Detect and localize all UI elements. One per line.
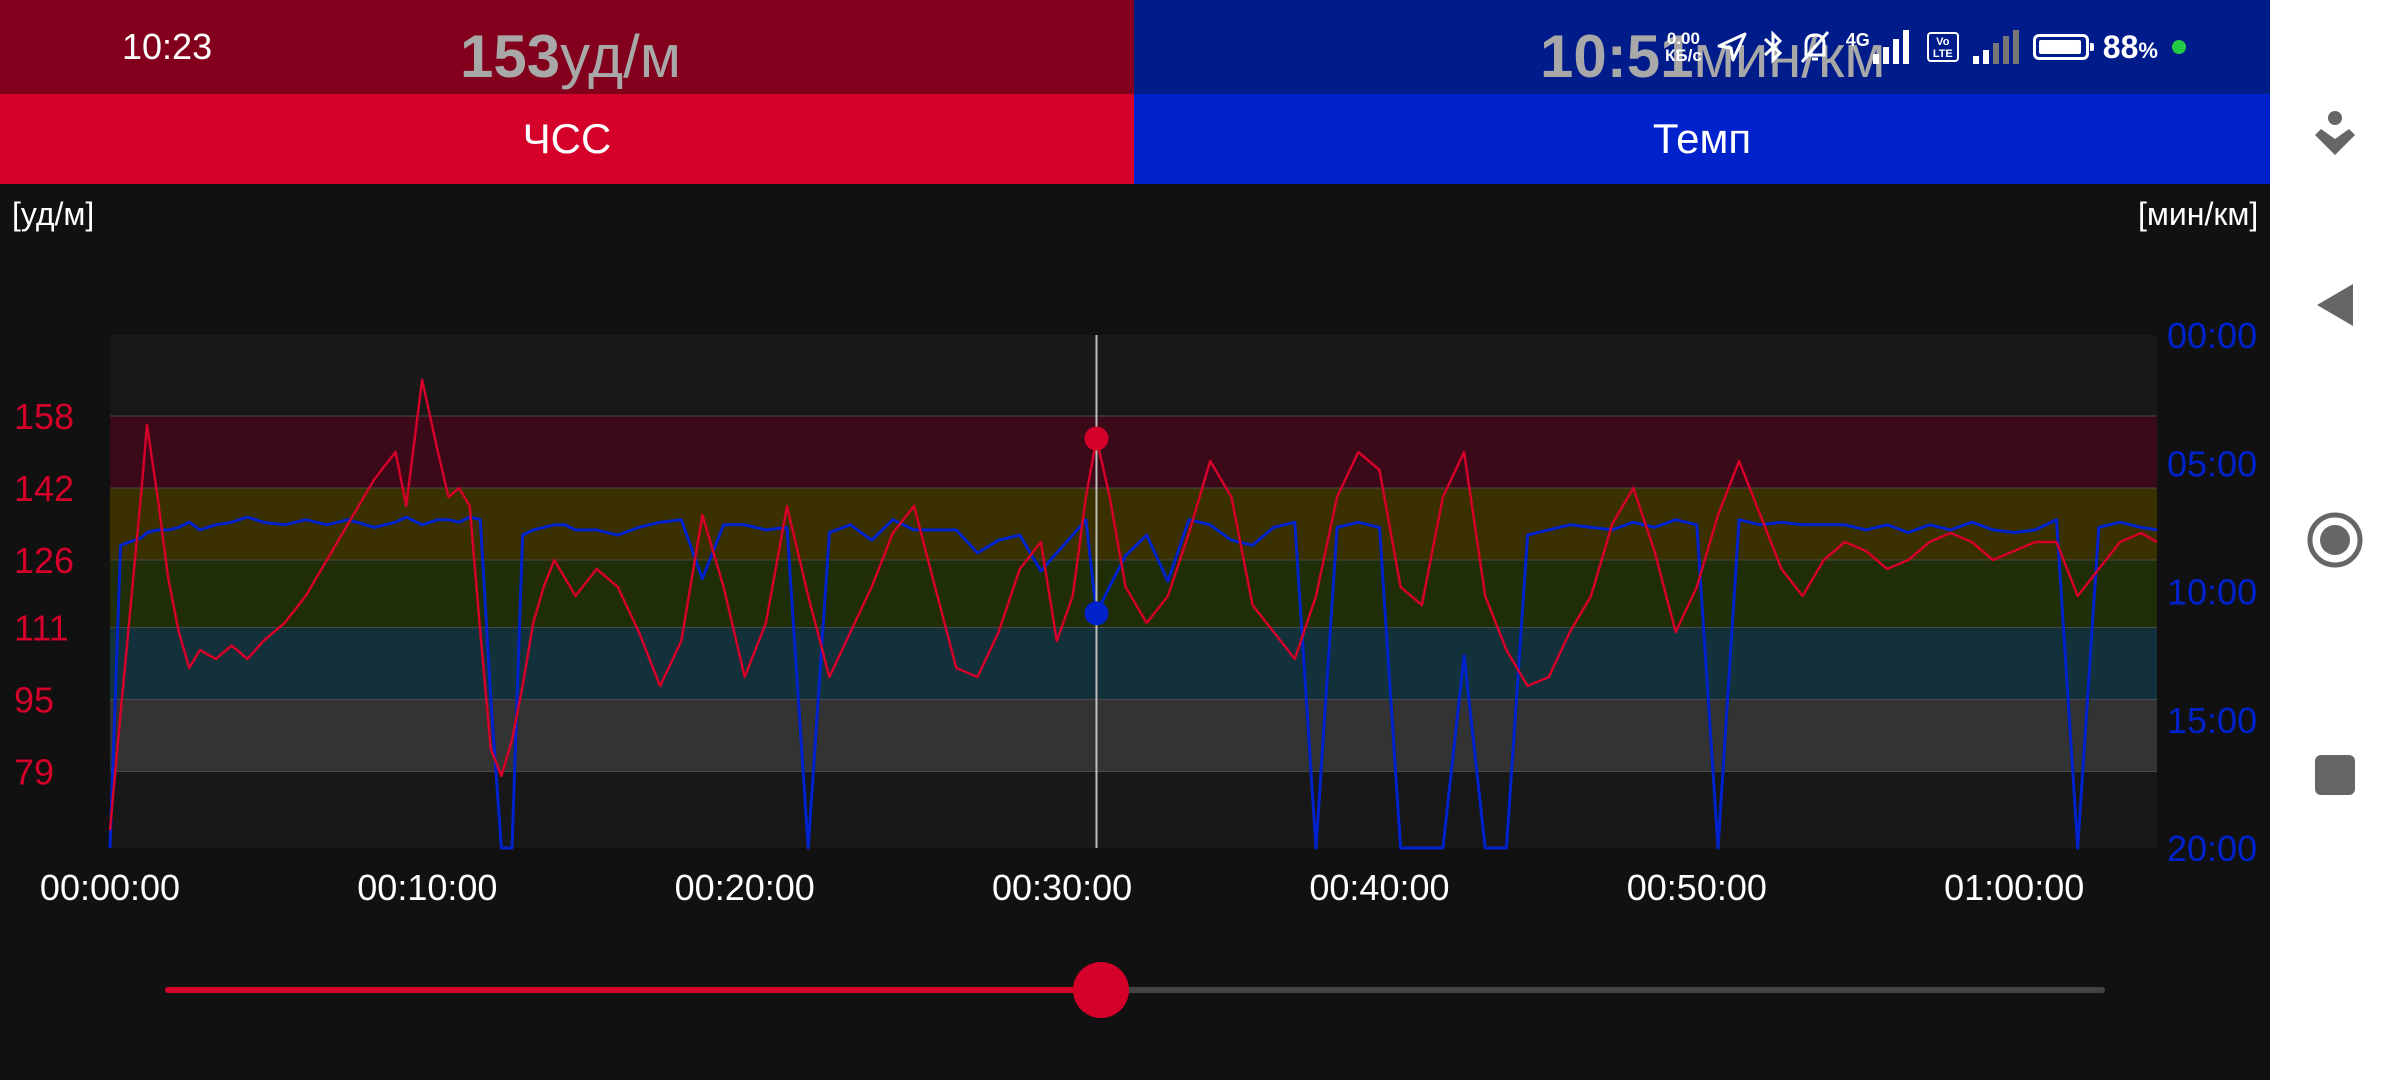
hr-tick-label: 79 [14, 752, 54, 793]
current-hr-readout: 153уд/м [460, 22, 681, 91]
hr-tick-label: 111 [14, 608, 69, 649]
privacy-indicator-dot [2171, 40, 2186, 54]
pace-axis-unit: [мин/км] [2138, 196, 2259, 232]
zone-3-band [110, 560, 2157, 628]
accessibility-button[interactable] [2270, 95, 2400, 175]
time-slider[interactable] [165, 962, 2105, 1018]
status-icons: 0.00 КБ/с 4G Vo LTE 88% [1665, 22, 2186, 72]
net-speed-unit: КБ/с [1665, 46, 1702, 65]
time-tick-label: 00:10:00 [357, 867, 497, 908]
pace-tick-label: 05:00 [2167, 443, 2257, 484]
zone-1-band [110, 699, 2157, 772]
net-speed: 0.00 КБ/с [1665, 30, 1702, 64]
time-axis-ticks: 00:00:00 00:10:00 00:20:00 00:30:00 00:40:00… [40, 867, 2084, 908]
pace-tick-label: 00:00 [2167, 320, 2257, 356]
network-type: 4G [1845, 30, 1870, 50]
home-circle-icon [2307, 512, 2363, 568]
battery-percent: 88 [2102, 28, 2139, 65]
pace-tick-label: 10:00 [2167, 572, 2257, 613]
cursor-hr-point [1084, 426, 1109, 451]
back-button[interactable] [2270, 260, 2400, 350]
volte-badge: Vo LTE [1926, 32, 1959, 62]
recents-button[interactable] [2270, 730, 2400, 820]
time-tick-label: 00:30:00 [992, 867, 1132, 908]
muted-bell-icon [1800, 31, 1829, 63]
battery-icon [2032, 34, 2094, 60]
location-arrow-icon [1717, 32, 1747, 62]
hr-tick-label: 126 [14, 540, 74, 581]
back-triangle-icon [2317, 284, 2353, 326]
time-tick-label: 00:00:00 [40, 867, 180, 908]
hr-tick-label: 95 [14, 680, 54, 721]
cursor-pace-point [1084, 601, 1109, 626]
battery-percent-sign: % [2138, 37, 2158, 63]
recents-square-icon [2315, 755, 2355, 795]
time-tick-label: 00:40:00 [1309, 867, 1449, 908]
net-speed-value: 0.00 [1666, 29, 1700, 48]
time-tick-label: 01:00:00 [1944, 867, 2084, 908]
signal-bars-icon [1872, 30, 1909, 64]
volte-top: Vo [1936, 36, 1950, 48]
hr-tick-label: 142 [14, 468, 74, 509]
time-tick-label: 00:50:00 [1627, 867, 1767, 908]
pace-tick-label: 20:00 [2167, 828, 2257, 869]
bluetooth-icon [1763, 30, 1782, 64]
app: 10:23 153уд/м 10:51мин/км 0.00 КБ/с 4G V… [0, 0, 2270, 1080]
zone-2-band [110, 627, 2157, 700]
status-time: 10:23 [122, 26, 213, 67]
hr-tick-label: 158 [14, 396, 74, 437]
mobile-signal-4g: 4G [1846, 30, 1913, 64]
time-tick-label: 00:20:00 [675, 867, 815, 908]
volte-bottom: LTE [1932, 48, 1953, 60]
current-hr-unit: уд/м [560, 23, 682, 90]
time-slider-fill [165, 987, 1102, 993]
home-button[interactable] [2270, 495, 2400, 585]
hr-axis-unit: [уд/м] [12, 196, 95, 232]
time-slider-knob[interactable] [1073, 962, 1130, 1018]
hr-axis-ticks: 158 142 126 111 95 79 [14, 396, 74, 793]
tab-hr[interactable]: ЧСС [0, 94, 1134, 184]
battery-level: 88% [2103, 29, 2158, 66]
accessibility-icon [2315, 111, 2355, 155]
pace-tick-label: 15:00 [2167, 700, 2257, 741]
signal-bars-weak-icon [1972, 30, 2019, 64]
tab-pace[interactable]: Темп [1134, 94, 2270, 184]
current-hr-value: 153 [460, 23, 561, 90]
pace-axis-ticks: 00:00 05:00 10:00 15:00 20:00 [2167, 320, 2257, 869]
hr-pace-chart[interactable]: 158 142 126 111 95 79 00:00 05:00 10:00 15:00 20:… [0, 320, 2270, 920]
